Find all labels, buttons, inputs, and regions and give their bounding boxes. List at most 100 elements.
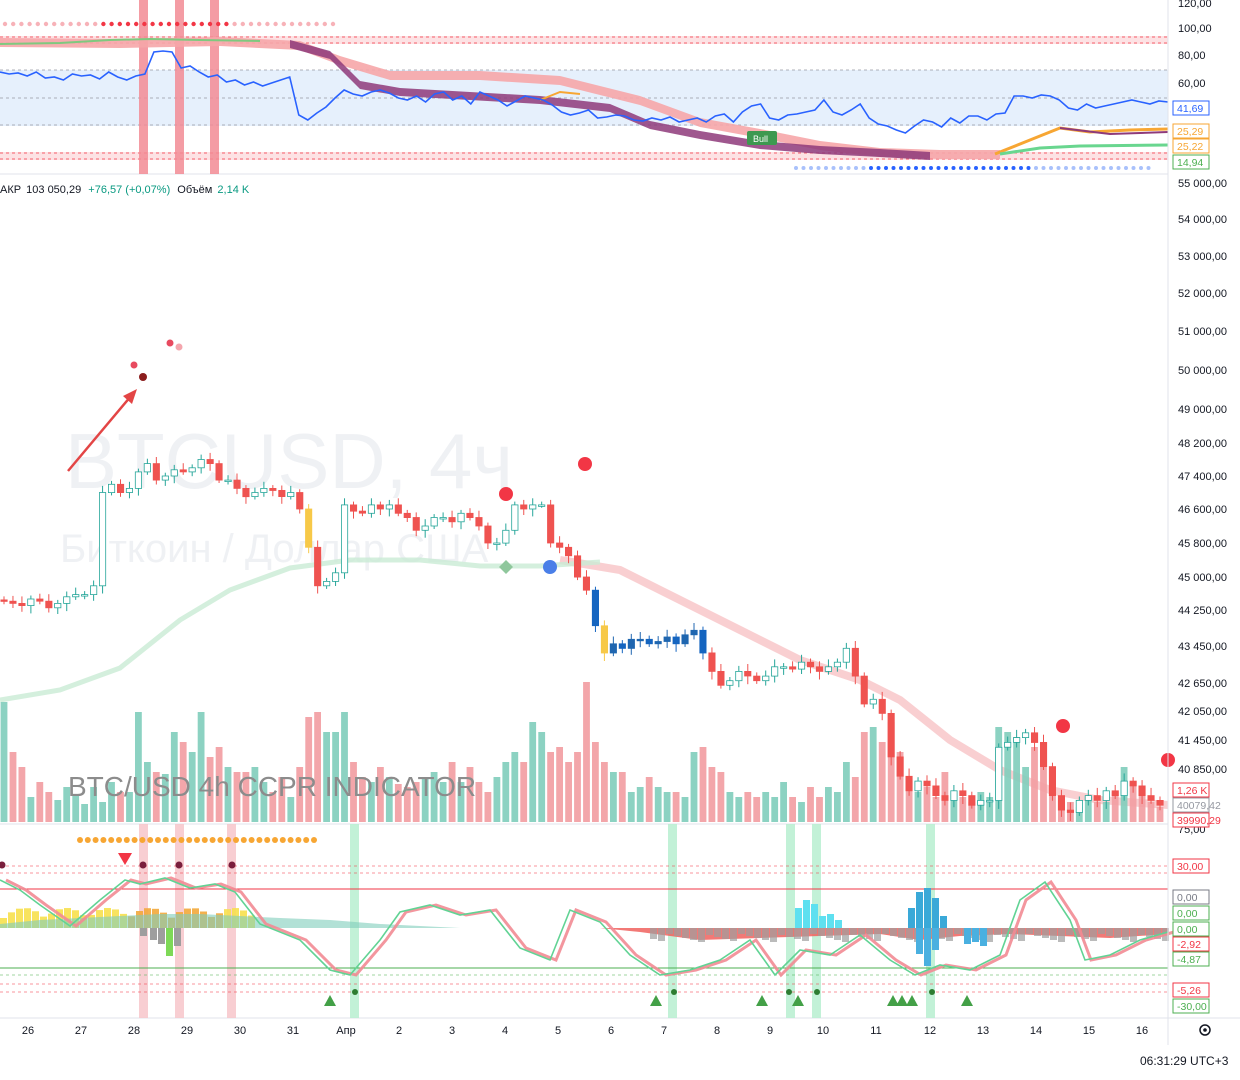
candle-body [484,525,492,544]
volume-bar [672,792,680,822]
price-axis[interactable]: 120,00100,0080,0060,0040,0055 000,0054 0… [1167,0,1227,1045]
histogram-bar-grey [842,928,849,942]
bottom-dot [981,166,986,170]
candle-body [609,643,617,654]
legend-volume-value: 2,14 K [217,184,249,196]
candle-body [134,471,143,489]
candle-body [251,492,259,497]
candle-body [394,504,402,514]
histogram-bar-grey [1106,928,1113,936]
histogram-bar-cyan [795,908,802,928]
top-dot [183,21,188,27]
bottom-dot [1056,166,1061,170]
histogram-bar-grey [674,928,681,936]
histogram-bar-blue-down [972,928,979,942]
bottom-dot [1124,166,1128,170]
candle-body [376,504,384,510]
candle-body [833,661,841,668]
bottom-dot [936,166,941,170]
orange-dot [170,837,177,843]
orange-dot [123,837,130,843]
top-dot [257,21,262,27]
volume-bar [932,797,940,822]
volume-bar [529,722,537,822]
overlay-title: BTC/USD 4h CCPR INDICATOR [68,771,476,802]
purple-dot [139,861,147,869]
candle-body [179,469,187,473]
volume-bar [9,752,17,822]
top-value-badge: 41,69 [1172,100,1210,116]
top-dot [27,21,32,27]
bottom-dot [891,166,896,170]
x-tick-label: 16 [1136,1025,1148,1037]
x-tick-label: 31 [287,1025,299,1037]
top-value-badge-text: 25,22 [1177,141,1203,153]
top-dot [117,21,123,27]
top-dot [93,21,98,27]
candle-body [762,675,770,682]
candle-body [699,629,707,654]
histogram-bar-cyan [811,904,818,928]
candle-body [977,800,985,806]
top-value-badge: 25,22 [1172,138,1210,154]
osc-value-badge: 30,00 [1172,858,1210,874]
top-axis-tick: 100,00 [1178,23,1212,35]
histogram-bar-grey [770,928,777,942]
candle-body [457,512,465,523]
bottom-dot [801,166,806,170]
candle-body [511,504,519,531]
signal-dot-blue [543,560,557,574]
histogram-bar-blue-down [980,928,987,946]
orange-dot [272,837,278,843]
top-dot [19,21,24,27]
candle-body [215,463,223,481]
volume-bar [726,792,734,822]
signal-dot-small [166,339,174,347]
top-dot [11,21,16,27]
top-dot [314,21,319,27]
volume-bar [547,752,554,822]
histogram-bar-grey [938,928,945,939]
candle-body [618,643,626,649]
time-axis[interactable]: 26 27 28 29 30 31 Апр 2 3 4 5 6 7 8 9 10 11 12 13 14 15 16 [22,1025,1148,1037]
candle-body [143,463,151,473]
histogram-bar-blue-down [916,928,923,954]
candle-body [27,598,35,606]
volume-bar [27,797,35,822]
top-dot [216,21,221,27]
candle-body [296,492,304,510]
histogram-bar-grey [1066,928,1073,935]
legend: АКР 103 050,29 +76,57 (+0,07%) Объём 2,1… [0,184,250,196]
histogram-bar-grey [906,928,913,940]
volume-bar [99,802,106,822]
candle-body [412,517,420,531]
volume-bar [565,762,572,822]
top-dot [240,21,245,27]
candle-body [1057,795,1066,811]
bottom-dot [846,166,851,170]
histogram-bar-grey [714,928,721,937]
osc-value-badge-text: 0,00 [1177,924,1198,936]
histogram-bar-grey [946,928,953,941]
histogram-bar-cyan [819,916,826,928]
orange-dot [194,837,200,843]
chart-canvas[interactable]: Bull BTCUSD, 4ч Биткоин / Доллар США BTC… [0,0,1240,1080]
volume-bar [583,682,590,822]
top-dot [35,21,40,27]
candle-body [780,666,788,669]
orange-dot [201,837,208,843]
x-tick-label: 3 [449,1025,455,1037]
x-tick-label: 2 [396,1025,402,1037]
purple-dot [0,861,6,869]
signal-diamond-green [499,560,513,574]
x-tick-label: 6 [608,1025,614,1037]
candle-body [152,463,160,481]
top-dot [265,21,270,27]
volume-bar [511,752,519,822]
settings-gear-icon[interactable] [1199,1024,1211,1036]
orange-dot [77,837,83,843]
top-axis-tick: 120,00 [1178,0,1212,10]
candle-body [1147,795,1155,801]
candle-body [448,517,456,523]
candle-body [986,800,994,803]
